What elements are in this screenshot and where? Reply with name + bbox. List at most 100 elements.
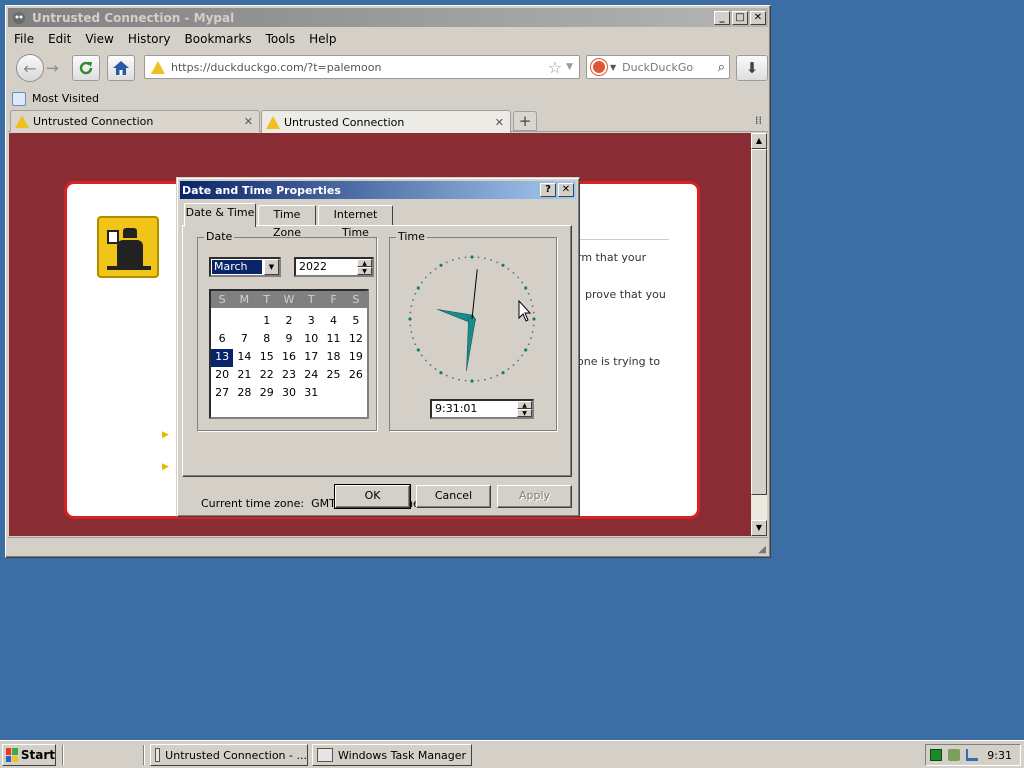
- calendar-day[interactable]: 10: [300, 331, 322, 349]
- tab-untrusted-connection-1[interactable]: Untrusted Connection ✕: [10, 110, 260, 132]
- tab-time-zone[interactable]: Time Zone: [258, 205, 316, 239]
- tab-close-icon[interactable]: ✕: [495, 116, 504, 129]
- menu-tools[interactable]: Tools: [266, 32, 296, 46]
- month-calendar[interactable]: SMTWTFS 1 2 3 4 5 6 7 8 9 10 11 12 13 14 15 16 17 18 19 20 2…: [209, 289, 369, 419]
- calendar-day[interactable]: 26: [345, 367, 367, 385]
- duckduckgo-icon[interactable]: [591, 59, 607, 75]
- url-bar[interactable]: https://duckduckgo.com/?t=palemoon ☆ ▼: [144, 55, 580, 79]
- calendar-day[interactable]: 15: [256, 349, 278, 367]
- calendar-day[interactable]: 11: [322, 331, 344, 349]
- calendar-day[interactable]: 13: [211, 349, 234, 367]
- time-stepper[interactable]: 9:31:01 ▲ ▼: [430, 399, 534, 419]
- home-button[interactable]: [107, 55, 135, 81]
- time-value: 9:31:01: [435, 402, 478, 415]
- reload-button[interactable]: [72, 55, 100, 81]
- forward-button[interactable]: →: [46, 59, 59, 77]
- calendar-day[interactable]: 17: [300, 349, 322, 367]
- resize-grip-icon[interactable]: ◢: [758, 544, 766, 555]
- calendar-day[interactable]: 6: [211, 331, 233, 349]
- url-dropdown-icon[interactable]: ▼: [566, 62, 573, 72]
- calendar-day[interactable]: 31: [300, 385, 322, 403]
- year-down-icon[interactable]: ▼: [357, 267, 372, 275]
- search-icon[interactable]: ⌕: [718, 60, 725, 75]
- menu-view[interactable]: View: [85, 32, 113, 46]
- calendar-day[interactable]: 8: [256, 331, 278, 349]
- cancel-button[interactable]: Cancel: [416, 485, 491, 508]
- calendar-day[interactable]: 9: [278, 331, 300, 349]
- calendar-day[interactable]: 14: [233, 349, 255, 367]
- calendar-day[interactable]: 3: [300, 313, 322, 331]
- minimize-button[interactable]: _: [714, 10, 730, 25]
- chevron-down-icon[interactable]: ▼: [264, 259, 279, 275]
- tab-close-icon[interactable]: ✕: [244, 115, 253, 128]
- calendar-day[interactable]: 1: [256, 313, 278, 331]
- tab-internet-time[interactable]: Internet Time: [318, 205, 393, 239]
- calendar-week: 27 28 29 30 31: [211, 385, 367, 403]
- list-all-tabs-icon[interactable]: ⁞⁞: [755, 114, 762, 127]
- calendar-day[interactable]: 29: [256, 385, 278, 403]
- new-tab-button[interactable]: +: [513, 111, 537, 131]
- clock-minute-mark: [412, 337, 414, 340]
- calendar-day[interactable]: 24: [300, 367, 322, 385]
- search-engine-dropdown-icon[interactable]: ▼: [610, 63, 616, 72]
- scroll-up-button[interactable]: ▲: [751, 133, 767, 149]
- calendar-week: 20 21 22 23 24 25 26: [211, 367, 367, 385]
- downloads-button[interactable]: ⬇: [736, 55, 768, 81]
- menu-history[interactable]: History: [128, 32, 171, 46]
- calendar-day[interactable]: 21: [233, 367, 255, 385]
- menu-bookmarks[interactable]: Bookmarks: [185, 32, 252, 46]
- windows-logo-icon: [6, 748, 18, 762]
- close-button[interactable]: ✕: [750, 10, 766, 25]
- calendar-day[interactable]: 18: [322, 349, 344, 367]
- dialog-close-button[interactable]: ✕: [558, 183, 574, 197]
- help-button[interactable]: ?: [540, 183, 556, 197]
- task-untrusted-connection[interactable]: Untrusted Connection - ...: [150, 744, 308, 766]
- clock-hour-mark: [408, 317, 412, 321]
- calendar-day[interactable]: 19: [345, 349, 367, 367]
- browser-titlebar[interactable]: Untrusted Connection - Mypal _ □ ✕: [8, 8, 768, 27]
- bookmark-star-icon[interactable]: ☆: [548, 58, 562, 77]
- bookmark-most-visited[interactable]: Most Visited: [32, 92, 99, 105]
- calendar-day[interactable]: 30: [278, 385, 300, 403]
- calendar-day[interactable]: 12: [345, 331, 367, 349]
- task-manager-tray-icon[interactable]: [930, 749, 942, 761]
- back-button[interactable]: ←: [16, 54, 44, 82]
- menu-edit[interactable]: Edit: [48, 32, 71, 46]
- calendar-day[interactable]: 7: [233, 331, 255, 349]
- start-button[interactable]: Start: [2, 744, 56, 766]
- tab-date-time[interactable]: Date & Time: [184, 203, 256, 227]
- maximize-button[interactable]: □: [732, 10, 748, 25]
- calendar-day[interactable]: 23: [278, 367, 300, 385]
- search-input[interactable]: DuckDuckGo: [622, 61, 718, 74]
- vertical-scrollbar[interactable]: ▲ ▼: [751, 133, 767, 536]
- calendar-day[interactable]: 4: [322, 313, 344, 331]
- tab-untrusted-connection-2[interactable]: Untrusted Connection ✕: [261, 110, 511, 133]
- dialog-titlebar[interactable]: Date and Time Properties ? ✕: [180, 181, 576, 199]
- apply-button[interactable]: Apply: [497, 485, 572, 508]
- calendar-day[interactable]: 16: [278, 349, 300, 367]
- calendar-day[interactable]: 27: [211, 385, 233, 403]
- tray-app-icon[interactable]: [948, 749, 960, 761]
- calendar-day[interactable]: 2: [278, 313, 300, 331]
- month-dropdown[interactable]: March ▼: [209, 257, 281, 277]
- calendar-day[interactable]: 5: [345, 313, 367, 331]
- calendar-day[interactable]: 28: [233, 385, 255, 403]
- time-up-icon[interactable]: ▲: [517, 401, 532, 409]
- year-stepper[interactable]: 2022 ▲ ▼: [294, 257, 374, 277]
- weekday-label: W: [283, 293, 295, 306]
- scroll-thumb[interactable]: [751, 149, 767, 495]
- scroll-down-button[interactable]: ▼: [751, 520, 767, 536]
- time-down-icon[interactable]: ▼: [517, 409, 532, 417]
- date-group: Date March ▼ 2022 ▲ ▼ SMTWTFS 1234567891…: [197, 230, 377, 431]
- year-up-icon[interactable]: ▲: [357, 259, 372, 267]
- calendar-day[interactable]: 22: [256, 367, 278, 385]
- tray-clock[interactable]: 9:31: [987, 749, 1012, 762]
- ok-button[interactable]: OK: [334, 484, 411, 509]
- calendar-day[interactable]: 20: [211, 367, 233, 385]
- network-icon[interactable]: [966, 749, 978, 761]
- menu-file[interactable]: File: [14, 32, 34, 46]
- calendar-day[interactable]: 25: [322, 367, 344, 385]
- task-windows-task-manager[interactable]: Windows Task Manager: [312, 744, 472, 766]
- search-bar[interactable]: ▼ DuckDuckGo ⌕: [586, 55, 730, 79]
- menu-help[interactable]: Help: [309, 32, 336, 46]
